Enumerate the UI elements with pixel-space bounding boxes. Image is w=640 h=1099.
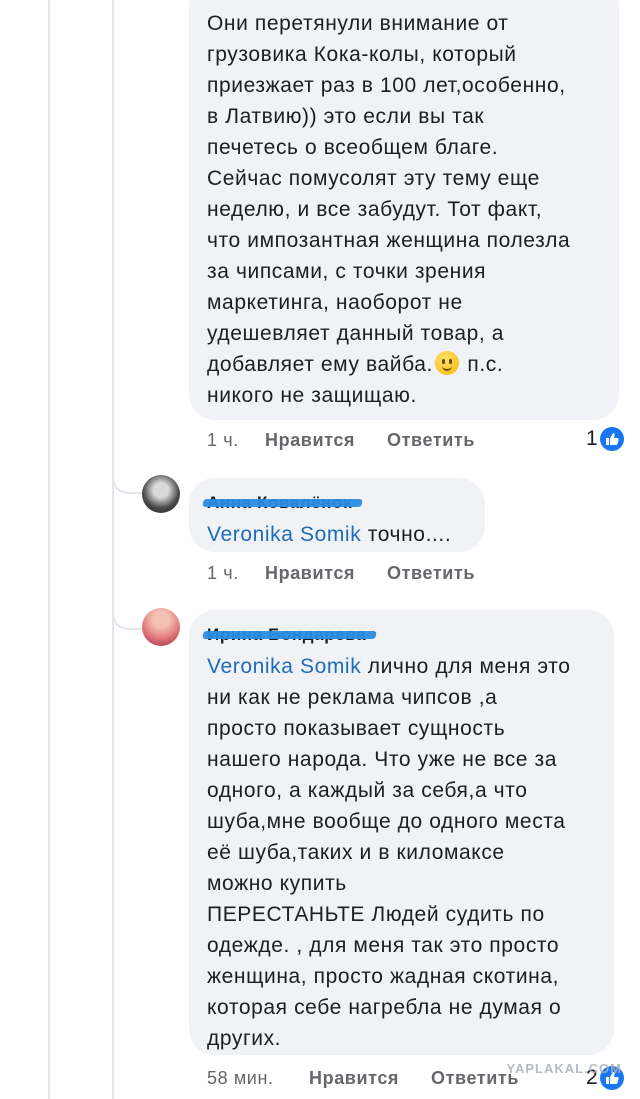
watermark: YAPLAKAL.COM bbox=[506, 1061, 622, 1076]
avatar[interactable] bbox=[142, 475, 180, 513]
comment-text: лично для меня это ни как не реклама чип… bbox=[207, 655, 571, 1050]
comment-actions: 58 мин. Нравится Ответить bbox=[207, 1068, 519, 1089]
comment-time[interactable]: 58 мин. bbox=[207, 1068, 309, 1089]
thread-connector bbox=[112, 598, 144, 630]
reaction-summary[interactable]: 1 bbox=[586, 427, 624, 451]
reply-button[interactable]: Ответить bbox=[387, 430, 475, 451]
mention-link[interactable]: Veronika Somik bbox=[207, 655, 361, 678]
mention-link[interactable]: Veronika Somik bbox=[207, 523, 361, 546]
thread-line-inner bbox=[112, 0, 114, 1099]
comment-time[interactable]: 1 ч. bbox=[207, 563, 265, 584]
reply-button[interactable]: Ответить bbox=[387, 563, 475, 584]
thumbs-up-icon bbox=[599, 427, 624, 451]
comment-bubble: Ирина Бондарева Veronika Somik лично для… bbox=[189, 610, 614, 1055]
comment-bubble: Анна Ковалёнок Veronika Somik точно.... bbox=[189, 478, 485, 552]
comment-text: точно.... bbox=[361, 523, 452, 546]
like-button[interactable]: Нравится bbox=[309, 1068, 431, 1089]
thread-line-outer bbox=[48, 0, 50, 1099]
like-button[interactable]: Нравится bbox=[265, 563, 387, 584]
redaction-scribble bbox=[202, 631, 377, 639]
comment-author[interactable]: Анна Ковалёнок bbox=[202, 490, 363, 516]
reaction-count: 1 bbox=[586, 427, 598, 450]
thread-connector bbox=[112, 460, 144, 494]
comment-text: Они перетянули внимание от грузовика Кок… bbox=[207, 12, 571, 376]
comment-author[interactable]: Ирина Бондарева bbox=[202, 622, 377, 648]
smiley-emoji-icon bbox=[434, 351, 459, 375]
comment-time[interactable]: 1 ч. bbox=[207, 430, 265, 451]
like-button[interactable]: Нравится bbox=[265, 430, 387, 451]
redaction-scribble bbox=[202, 499, 363, 507]
comment-actions: 1 ч. Нравится Ответить bbox=[207, 430, 475, 451]
comment-actions: 1 ч. Нравится Ответить bbox=[207, 563, 475, 584]
avatar[interactable] bbox=[142, 608, 180, 646]
comment-bubble: Они перетянули внимание от грузовика Кок… bbox=[189, 0, 619, 420]
